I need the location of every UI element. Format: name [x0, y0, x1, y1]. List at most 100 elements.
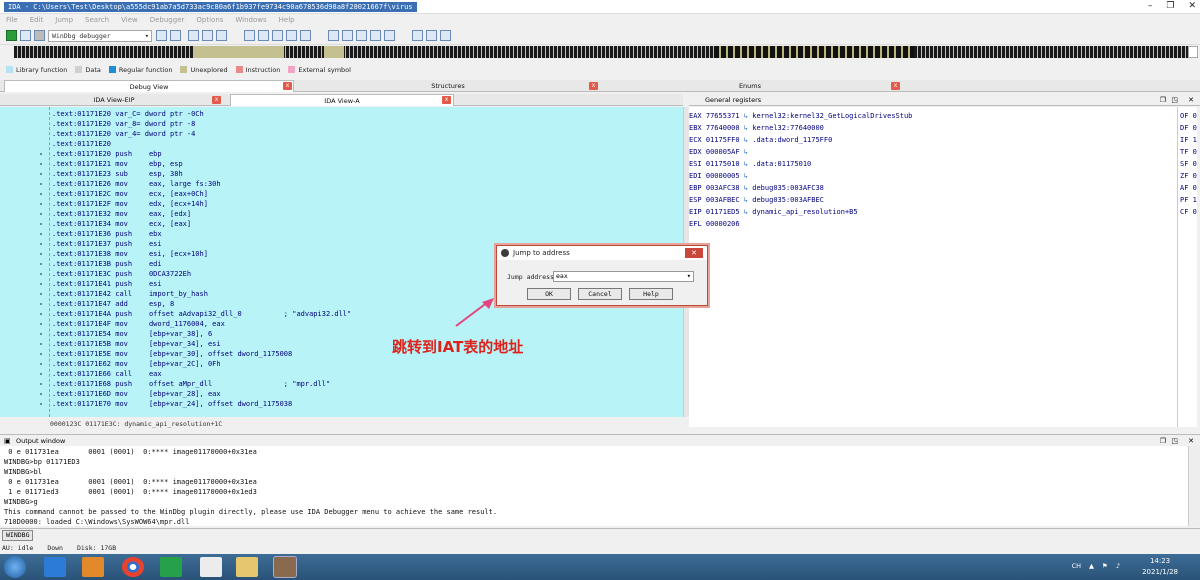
tab-debug-view-close-icon[interactable]: x — [283, 82, 292, 90]
disasm-line[interactable]: .text:01171E26 mov eax, large fs:30h — [52, 179, 221, 189]
jump-arrow-icon[interactable]: ↳ — [740, 124, 753, 132]
register-row[interactable]: EDI 00000005 ↳ — [689, 170, 752, 182]
disasm-line[interactable]: .text:01171E62 mov [ebp+var_2C], 0Fh — [52, 359, 221, 369]
menu-options[interactable]: Options — [196, 14, 223, 27]
disasm-line[interactable]: .text:01171E20 push ebp — [52, 149, 162, 159]
jump-arrow-icon[interactable]: ↳ — [740, 184, 753, 192]
tab-ida-view-eip-close-icon[interactable]: x — [212, 96, 221, 104]
media-player-icon[interactable] — [82, 557, 104, 577]
hex-icon[interactable] — [342, 30, 353, 41]
detach-icon[interactable] — [170, 30, 181, 41]
breakpoint-dot[interactable] — [40, 293, 42, 295]
flag-row[interactable]: TF 0 — [1180, 146, 1197, 158]
disasm-line[interactable]: .text:01171E70 mov [ebp+var_24], offset … — [52, 399, 292, 409]
register-row[interactable]: EBX 77640000 ↳ kernel32:77640000 — [689, 122, 824, 134]
register-value[interactable]: 01171ED5 — [706, 208, 740, 216]
terminal-icon[interactable] — [160, 557, 182, 577]
registers-float-icon[interactable]: ◳ — [1171, 94, 1178, 106]
breakpoint-dot[interactable] — [40, 203, 42, 205]
names-icon[interactable] — [356, 30, 367, 41]
run-icon[interactable] — [6, 30, 17, 41]
tray-volume-icon[interactable]: ♪ — [1116, 562, 1120, 570]
disasm-line[interactable]: .text:01171E38 mov esi, [ecx+10h] — [52, 249, 208, 259]
flag-row[interactable]: OF 0 — [1180, 110, 1197, 122]
breakpoint-dot[interactable] — [40, 173, 42, 175]
breakpoint-dot[interactable] — [40, 363, 42, 365]
menu-windows[interactable]: Windows — [235, 14, 266, 27]
breakpoint-dot[interactable] — [40, 263, 42, 265]
disasm-line[interactable]: .text:01171E66 call eax — [52, 369, 162, 379]
disasm-line[interactable]: .text:01171E2F mov edx, [ecx+14h] — [52, 199, 208, 209]
start-button[interactable] — [4, 556, 26, 578]
export-icon[interactable] — [412, 30, 423, 41]
ida-taskbar-icon[interactable] — [273, 556, 297, 578]
register-row[interactable]: EDX 000005AF ↳ — [689, 146, 752, 158]
disasm-line[interactable]: .text:01171E5E mov [ebp+var_30], offset … — [52, 349, 292, 359]
register-row[interactable]: EAX 77655371 ↳ kernel32:kernel32_GetLogi… — [689, 110, 912, 122]
disasm-line[interactable]: .text:01171E54 mov [ebp+var_38], 6 — [52, 329, 212, 339]
flag-row[interactable]: ZF 0 — [1180, 170, 1197, 182]
jump-arrow-icon[interactable]: ↳ — [740, 136, 753, 144]
register-row[interactable]: EFL 00000206 — [689, 218, 740, 230]
navigation-band-end[interactable] — [1188, 46, 1198, 58]
flag-row[interactable]: AF 0 — [1180, 182, 1197, 194]
breakpoint-dot[interactable] — [40, 373, 42, 375]
flag-row[interactable]: SF 0 — [1180, 158, 1197, 170]
strings-icon[interactable] — [370, 30, 381, 41]
tab-structures[interactable]: Structures — [298, 80, 598, 92]
flag-row[interactable]: CF 0 — [1180, 206, 1197, 218]
clock[interactable]: 14:23 2021/1/28 — [1142, 556, 1178, 578]
disasm-line[interactable]: .text:01171E36 push ebx — [52, 229, 162, 239]
disasm-line[interactable]: .text:01171E20 — [52, 139, 111, 149]
explorer-icon[interactable] — [236, 557, 258, 577]
registers-close-icon[interactable]: ✕ — [1188, 94, 1194, 106]
output-window[interactable]: 0 e 011731ea 0001 (0001) 0:**** image011… — [0, 446, 1188, 526]
menu-debugger[interactable]: Debugger — [150, 14, 185, 27]
tab-structures-close-icon[interactable]: x — [589, 82, 598, 90]
tab-debug-view[interactable]: Debug View — [4, 80, 294, 92]
step-over-icon[interactable] — [202, 30, 213, 41]
breakpoint-dot[interactable] — [40, 253, 42, 255]
jump-arrow-icon[interactable]: ↳ — [740, 148, 753, 156]
pause-icon[interactable] — [20, 30, 31, 41]
navigation-band[interactable] — [14, 46, 1188, 58]
register-value[interactable]: 01175FF0 — [706, 136, 740, 144]
tab-ida-view-eip[interactable]: IDA View-EIP — [4, 94, 224, 106]
disasm-line[interactable]: .text:01171E2C mov ecx, [eax+0Ch] — [52, 189, 208, 199]
breakpoint-dot[interactable] — [40, 183, 42, 185]
breakpoint-dot[interactable] — [40, 163, 42, 165]
disasm-line[interactable]: .text:01171E37 push esi — [52, 239, 162, 249]
disasm-line[interactable]: .text:01171E41 push esi — [52, 279, 162, 289]
disasm-line[interactable]: .text:01171E68 push offset aMpr_dll ; "m… — [52, 379, 330, 389]
disasm-line[interactable]: .text:01171E21 mov ebp, esp — [52, 159, 183, 169]
disasm-line[interactable]: .text:01171E42 call import_by_hash — [52, 289, 208, 299]
flag-row[interactable]: PF 1 — [1180, 194, 1197, 206]
breakpoint-dot[interactable] — [40, 313, 42, 315]
menu-view[interactable]: View — [121, 14, 138, 27]
register-row[interactable]: EBP 003AFC38 ↳ debug035:003AFC38 — [689, 182, 824, 194]
xref-icon[interactable] — [426, 30, 437, 41]
7zip-icon[interactable] — [200, 557, 222, 577]
breakpoint-dot[interactable] — [40, 303, 42, 305]
stop-icon[interactable] — [34, 30, 45, 41]
graph-icon[interactable] — [328, 30, 339, 41]
disasm-line[interactable]: .text:01171E4F mov dword_1176004, eax — [52, 319, 225, 329]
close-button[interactable]: ✕ — [1188, 1, 1196, 11]
breakpoint-dot[interactable] — [40, 353, 42, 355]
ie-icon[interactable] — [44, 557, 66, 577]
breakpoint-dot[interactable] — [40, 383, 42, 385]
tab-enums-close-icon[interactable]: x — [891, 82, 900, 90]
tab-enums[interactable]: Enums — [600, 80, 900, 92]
registers-view[interactable]: EAX 77655371 ↳ kernel32:kernel32_GetLogi… — [689, 107, 1177, 427]
disasm-line[interactable]: .text:01171E20 var_8= dword ptr -8 — [52, 119, 195, 129]
tab-ida-view-a-close-icon[interactable]: x — [442, 96, 451, 104]
breakpoint-dot[interactable] — [40, 223, 42, 225]
jump-arrow-icon[interactable]: ↳ — [740, 112, 753, 120]
register-value[interactable]: 000005AF — [706, 148, 740, 156]
disasm-line[interactable]: .text:01171E32 mov eax, [edx] — [52, 209, 191, 219]
flag-row[interactable]: IF 1 — [1180, 134, 1197, 146]
breakpoint-dot[interactable] — [40, 403, 42, 405]
disasm-line[interactable]: .text:01171E20 var_C= dword ptr -0Ch — [52, 109, 204, 119]
register-row[interactable]: EIP 01171ED5 ↳ dynamic_api_resolution+B5 — [689, 206, 858, 218]
imports-icon[interactable] — [384, 30, 395, 41]
